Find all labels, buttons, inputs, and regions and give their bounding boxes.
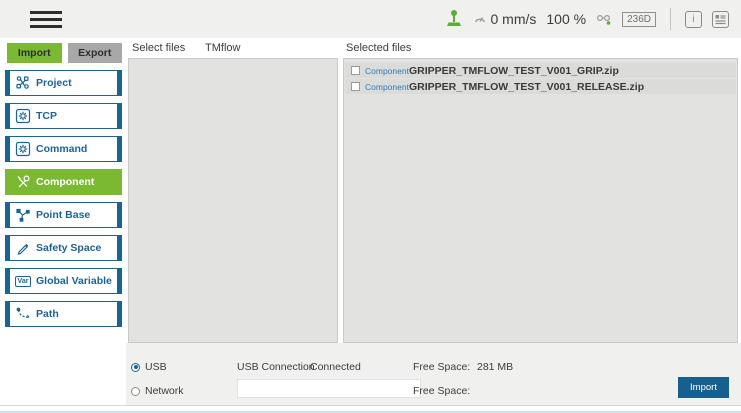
sidebar-item-path[interactable]: Path bbox=[5, 301, 122, 327]
sidebar-item-label: Point Base bbox=[36, 209, 90, 221]
sidebar: Import Export Project TCP bbox=[0, 38, 126, 405]
bottom-bar: USB Network USB Connection Connected Fre… bbox=[126, 343, 741, 405]
selected-files-header: Selected files bbox=[346, 42, 411, 54]
free-space-label-usb: Free Space: bbox=[413, 361, 470, 373]
sidebar-item-label: Component bbox=[36, 176, 94, 188]
sidebar-item-point-base[interactable]: Point Base bbox=[5, 202, 122, 228]
sidebar-item-label: Path bbox=[36, 308, 59, 320]
sidebar-item-tcp[interactable]: TCP bbox=[5, 103, 122, 129]
tab-import[interactable]: Import bbox=[7, 43, 62, 63]
usb-connection-status: Connected bbox=[310, 361, 361, 373]
sidebar-item-label: Safety Space bbox=[36, 242, 101, 254]
network-radio[interactable]: Network bbox=[131, 385, 184, 397]
speed-value: 0 mm/s bbox=[491, 11, 537, 27]
sidebar-item-label: Global Variable bbox=[36, 275, 112, 287]
sidebar-item-label: Command bbox=[36, 143, 87, 155]
log-notice-icon[interactable] bbox=[712, 11, 729, 28]
sidebar-item-safety-space[interactable]: Safety Space bbox=[5, 235, 122, 261]
network-radio-label: Network bbox=[145, 385, 184, 397]
usb-radio[interactable]: USB bbox=[131, 361, 167, 373]
speed-gauge-icon bbox=[473, 12, 487, 26]
file-name: GRIPPER_TMFLOW_TEST_V001_RELEASE.zip bbox=[409, 81, 644, 93]
tmflow-source-tab[interactable]: TMflow bbox=[205, 42, 240, 54]
network-radio-button[interactable] bbox=[131, 387, 140, 396]
gear-icon bbox=[10, 141, 36, 157]
sidebar-item-global-variable[interactable]: Var Global Variable bbox=[5, 268, 122, 294]
selected-file-row[interactable]: Component GRIPPER_TMFLOW_TEST_V001_GRIP.… bbox=[345, 63, 736, 78]
var-icon: Var bbox=[10, 276, 36, 287]
pen-icon bbox=[10, 240, 36, 256]
footer-strip bbox=[0, 405, 741, 413]
sidebar-item-label: Project bbox=[36, 77, 72, 89]
gear-icon bbox=[10, 108, 36, 124]
connection-nodes-icon bbox=[596, 12, 612, 26]
import-button[interactable]: Import bbox=[678, 377, 729, 398]
path-icon bbox=[10, 306, 36, 322]
selected-files-panel: Component GRIPPER_TMFLOW_TEST_V001_GRIP.… bbox=[343, 58, 738, 343]
usb-radio-label: USB bbox=[145, 361, 167, 373]
file-checkbox[interactable] bbox=[351, 82, 360, 91]
free-space-value-usb: 281 MB bbox=[477, 361, 513, 373]
manual-mode-joystick-icon bbox=[445, 9, 463, 29]
topbar-divider bbox=[670, 8, 671, 30]
project-speed-indicator: 100 % bbox=[546, 11, 586, 27]
percent-value: 100 % bbox=[546, 11, 586, 27]
hamburger-menu-icon[interactable] bbox=[30, 11, 62, 28]
sidebar-item-project[interactable]: Project bbox=[5, 70, 122, 96]
file-type-label: Component bbox=[365, 82, 409, 92]
source-files-panel[interactable] bbox=[128, 58, 338, 343]
usb-connection-label: USB Connection bbox=[237, 361, 315, 373]
file-name: GRIPPER_TMFLOW_TEST_V001_GRIP.zip bbox=[409, 65, 619, 77]
usb-radio-button[interactable] bbox=[131, 363, 140, 372]
sidebar-item-command[interactable]: Command bbox=[5, 136, 122, 162]
file-checkbox[interactable] bbox=[351, 66, 360, 75]
file-type-label: Component bbox=[365, 66, 409, 76]
network-address-input[interactable] bbox=[237, 379, 421, 398]
tmflow-import-export-screen: 0 mm/s 100 % 236D i bbox=[0, 0, 741, 413]
info-icon[interactable]: i bbox=[685, 11, 702, 28]
free-space-label-network: Free Space: bbox=[413, 385, 470, 397]
sidebar-item-component[interactable]: Component bbox=[5, 169, 122, 195]
point-base-icon bbox=[10, 207, 36, 223]
tab-export[interactable]: Export bbox=[68, 43, 123, 63]
top-bar: 0 mm/s 100 % 236D i bbox=[0, 0, 741, 38]
import-export-tabs: Import Export bbox=[0, 38, 126, 70]
tools-icon bbox=[10, 174, 36, 190]
sidebar-item-label: TCP bbox=[36, 110, 57, 122]
main-headers: Select files TMflow Selected files bbox=[128, 38, 741, 58]
status-cluster: 0 mm/s 100 % 236D i bbox=[445, 0, 730, 38]
project-icon bbox=[10, 75, 36, 91]
select-files-header: Select files bbox=[132, 42, 185, 54]
selected-file-row[interactable]: Component GRIPPER_TMFLOW_TEST_V001_RELEA… bbox=[345, 79, 736, 94]
speed-indicator: 0 mm/s bbox=[473, 11, 537, 27]
robot-id-badge: 236D bbox=[622, 12, 656, 27]
